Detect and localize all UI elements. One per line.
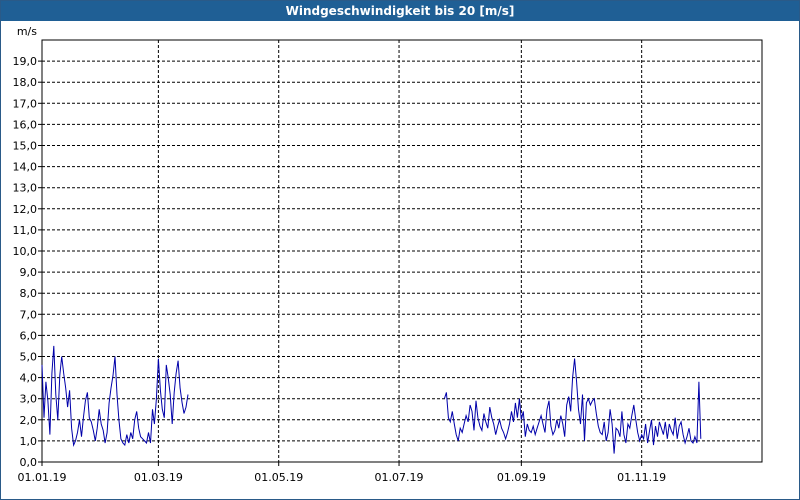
y-tick-label: 8,0 — [20, 287, 38, 300]
y-tick-label: 2,0 — [20, 414, 38, 427]
y-tick-label: 18,0 — [13, 76, 38, 89]
x-tick-label: 01.03.19 — [134, 471, 183, 484]
y-tick-label: 0,0 — [20, 456, 38, 469]
y-tick-label: 14,0 — [13, 161, 38, 174]
y-tick-label: 17,0 — [13, 97, 38, 110]
y-tick-label: 19,0 — [13, 55, 38, 68]
x-tick-label: 01.01.19 — [18, 471, 67, 484]
y-tick-label: 1,0 — [20, 435, 38, 448]
x-tick-label: 01.09.19 — [497, 471, 546, 484]
wind-speed-line — [443, 358, 702, 454]
wind-speed-chart: 0,0 1,0 2,0 3,0 4,0 5,0 6,0 7,0 8,0 9,0 10,0 11,0 12… — [13, 25, 763, 484]
y-tick-label: 11,0 — [13, 224, 38, 237]
y-tick-label: 3,0 — [20, 393, 38, 406]
y-tick-label: 15,0 — [13, 140, 38, 153]
x-tick-label: 01.07.19 — [375, 471, 424, 484]
y-tick-label: 7,0 — [20, 308, 38, 321]
y-tick-label: 9,0 — [20, 266, 38, 279]
chart-window: Windgeschwindigkeit bis 20 [m/s] 0,0 1,0 2… — [0, 0, 800, 500]
wind-speed-line — [41, 345, 189, 447]
x-tick-label: 01.11.19 — [617, 471, 666, 484]
y-tick-label: 4,0 — [20, 372, 38, 385]
window-title: Windgeschwindigkeit bis 20 [m/s] — [1, 1, 799, 21]
y-tick-label: 12,0 — [13, 203, 38, 216]
y-tick-label: 5,0 — [20, 351, 38, 364]
y-tick-label: 6,0 — [20, 329, 38, 342]
y-tick-label: 16,0 — [13, 118, 38, 131]
y-tick-label: 13,0 — [13, 182, 38, 195]
y-axis-label: m/s — [17, 25, 37, 38]
y-tick-label: 10,0 — [13, 245, 38, 258]
x-tick-label: 01.05.19 — [254, 471, 303, 484]
